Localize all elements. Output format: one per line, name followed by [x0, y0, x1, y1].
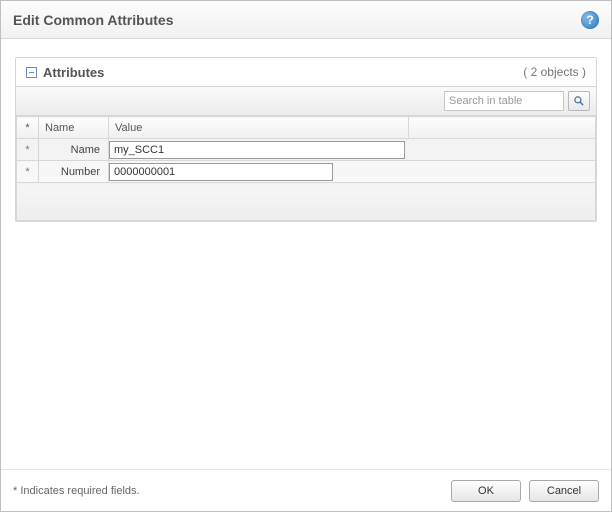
collapse-icon[interactable] — [26, 67, 37, 78]
table-header-row: * Name Value — [17, 117, 596, 139]
dialog-titlebar: Edit Common Attributes ? — [1, 1, 611, 39]
object-count-label: ( 2 objects ) — [523, 65, 586, 79]
cell-required: * — [17, 161, 39, 183]
dialog-title: Edit Common Attributes — [13, 12, 173, 28]
panel-header: Attributes ( 2 objects ) — [16, 58, 596, 86]
dialog-footer: * Indicates required fields. OK Cancel — [1, 469, 611, 511]
attributes-table: * Name Value * Name * Number — [16, 116, 596, 221]
header-required: * — [17, 117, 39, 139]
ok-button[interactable]: OK — [451, 480, 521, 502]
attributes-panel: Attributes ( 2 objects ) * Name Value — [15, 57, 597, 222]
name-field[interactable] — [109, 141, 405, 159]
cell-value — [109, 139, 596, 161]
required-fields-note: * Indicates required fields. — [13, 485, 140, 497]
dialog-window: Edit Common Attributes ? Attributes ( 2 … — [0, 0, 612, 512]
cell-label: Name — [39, 139, 109, 161]
dialog-content: Attributes ( 2 objects ) * Name Value — [1, 39, 611, 469]
header-name: Name — [39, 117, 109, 139]
cancel-button[interactable]: Cancel — [529, 480, 599, 502]
footer-buttons: OK Cancel — [451, 480, 599, 502]
cell-required: * — [17, 139, 39, 161]
search-button[interactable] — [568, 91, 590, 111]
cell-label: Number — [39, 161, 109, 183]
help-icon[interactable]: ? — [581, 11, 599, 29]
header-value: Value — [109, 117, 409, 139]
search-icon — [573, 95, 585, 107]
table-filler — [17, 183, 596, 221]
table-row: * Name — [17, 139, 596, 161]
number-field[interactable] — [109, 163, 333, 181]
search-input[interactable] — [444, 91, 564, 111]
panel-title: Attributes — [43, 65, 104, 80]
header-spacer — [409, 117, 596, 139]
table-row: * Number — [17, 161, 596, 183]
cell-value — [109, 161, 596, 183]
panel-toolbar — [16, 86, 596, 116]
